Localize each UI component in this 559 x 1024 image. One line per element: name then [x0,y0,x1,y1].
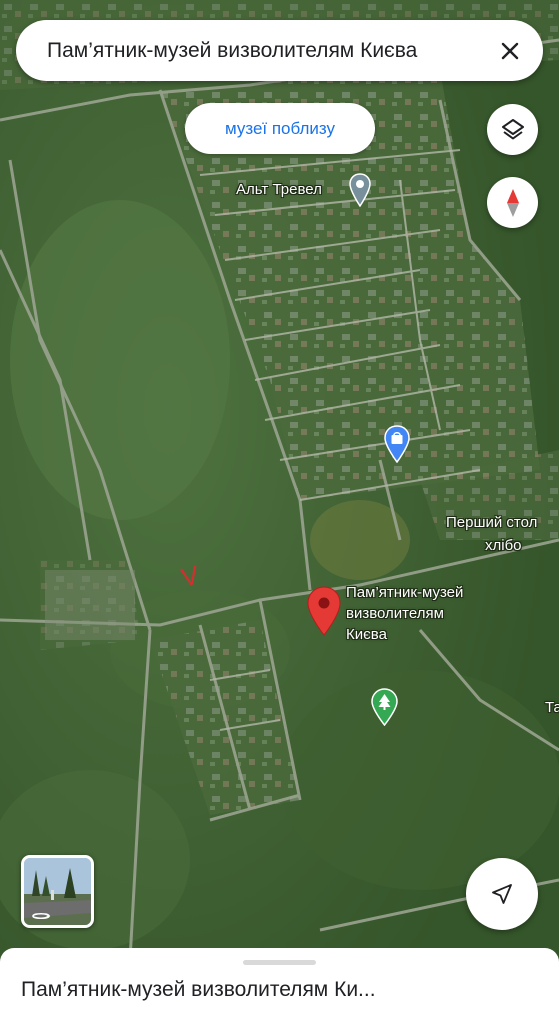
place-bottom-sheet[interactable]: Пам’ятник-музей визволителям Ки... [0,948,559,1024]
label-bakery-line1[interactable]: Перший стол [446,514,537,531]
label-museum[interactable]: Пам’ятник-музей визволителям Києва [346,582,463,645]
search-query[interactable]: Пам’ятник-музей визволителям Києва [47,39,495,63]
sheet-drag-handle[interactable] [243,960,316,965]
label-alt-travel[interactable]: Альт Тревел [236,181,322,198]
compass-icon [506,188,519,217]
gray-place-pin-icon[interactable] [349,173,371,212]
search-bar[interactable]: Пам’ятник-музей визволителям Києва [16,20,543,81]
street-view-thumbnail[interactable] [21,855,94,928]
label-museum-line3: Києва [346,626,387,643]
label-museum-line1: Пам’ятник-музей [346,584,464,601]
layers-icon [501,118,524,139]
park-tree-pin-icon[interactable] [371,688,398,731]
shopping-bag-pin-icon[interactable] [384,425,410,468]
label-museum-line2: визволителям [346,605,444,622]
my-location-button[interactable] [466,858,538,930]
compass-button[interactable] [487,177,538,228]
label-partial-ta[interactable]: Та [545,699,559,716]
museums-nearby-chip[interactable]: музеї поблизу [185,103,375,154]
close-icon[interactable] [495,36,525,66]
navigation-arrow-icon [492,884,512,904]
place-title: Пам’ятник-музей визволителям Ки... [21,978,376,1001]
selected-place-pin-icon[interactable] [307,586,341,641]
label-bakery-line2[interactable]: хлібо [485,537,522,554]
layers-button[interactable] [487,104,538,155]
